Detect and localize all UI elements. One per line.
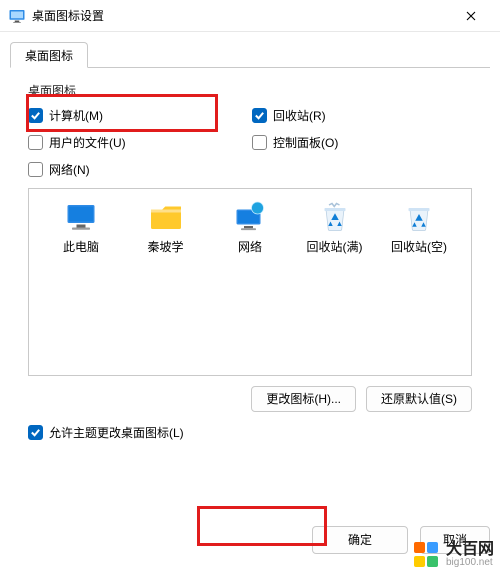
ok-button[interactable]: 确定 bbox=[312, 526, 408, 554]
change-icon-button[interactable]: 更改图标(H)... bbox=[251, 386, 356, 412]
checkbox-ctrlpanel[interactable]: 控制面板(O) bbox=[252, 134, 476, 151]
dialog-button-row: 确定 取消 bbox=[10, 526, 490, 554]
network-icon bbox=[212, 197, 288, 235]
preview-item-network[interactable]: 网络 bbox=[212, 197, 288, 255]
preview-item-recycle-full[interactable]: 回收站(满) bbox=[297, 197, 373, 255]
preview-item-user[interactable]: 秦坡学 bbox=[128, 197, 204, 255]
cancel-button[interactable]: 取消 bbox=[420, 526, 490, 554]
checkbox-userfiles[interactable]: 用户的文件(U) bbox=[28, 134, 252, 151]
recycle-full-icon bbox=[297, 197, 373, 235]
checkbox-allow-theme-label: 允许主题更改桌面图标(L) bbox=[49, 424, 184, 441]
checkbox-computer[interactable]: 计算机(M) bbox=[28, 107, 252, 124]
checkbox-recycle-label: 回收站(R) bbox=[273, 107, 326, 124]
restore-default-button[interactable]: 还原默认值(S) bbox=[366, 386, 472, 412]
sysicon-display bbox=[8, 7, 26, 25]
checkbox-network[interactable]: 网络(N) bbox=[28, 161, 252, 178]
watermark-url: big100.net bbox=[446, 558, 494, 568]
titlebar: 桌面图标设置 bbox=[0, 0, 500, 32]
icon-preview-list[interactable]: 此电脑 秦坡学 网络 回收站(满) bbox=[28, 188, 472, 376]
window-title: 桌面图标设置 bbox=[32, 7, 448, 24]
preview-item-recycle-empty[interactable]: 回收站(空) bbox=[381, 197, 457, 255]
checkbox-allow-theme[interactable]: 允许主题更改桌面图标(L) bbox=[28, 424, 472, 441]
checkbox-ctrlpanel-label: 控制面板(O) bbox=[273, 134, 338, 151]
checkbox-computer-label: 计算机(M) bbox=[49, 107, 103, 124]
checkbox-box-icon bbox=[28, 425, 43, 440]
icon-buttons-row: 更改图标(H)... 还原默认值(S) bbox=[28, 386, 472, 412]
folder-icon bbox=[128, 197, 204, 235]
recycle-empty-icon bbox=[381, 197, 457, 235]
checkbox-box-icon bbox=[28, 162, 43, 177]
checkbox-box-icon bbox=[252, 108, 267, 123]
tabstrip: 桌面图标 bbox=[10, 42, 490, 68]
checkbox-userfiles-label: 用户的文件(U) bbox=[49, 134, 126, 151]
thispc-icon bbox=[43, 197, 119, 235]
checkbox-box-icon bbox=[28, 108, 43, 123]
close-button[interactable] bbox=[448, 1, 494, 31]
tab-desktop-icons[interactable]: 桌面图标 bbox=[10, 42, 88, 68]
section-title: 桌面图标 bbox=[28, 82, 476, 99]
checkbox-recycle[interactable]: 回收站(R) bbox=[252, 107, 476, 124]
panel-body: 桌面图标 计算机(M) 回收站(R) 用户的文件(U) 控制面板(O) 网络(N… bbox=[10, 68, 490, 449]
checkbox-network-label: 网络(N) bbox=[49, 161, 90, 178]
preview-item-thispc[interactable]: 此电脑 bbox=[43, 197, 119, 255]
checkbox-grid: 计算机(M) 回收站(R) 用户的文件(U) 控制面板(O) 网络(N) bbox=[28, 107, 476, 178]
checkbox-box-icon bbox=[28, 135, 43, 150]
checkbox-box-icon bbox=[252, 135, 267, 150]
